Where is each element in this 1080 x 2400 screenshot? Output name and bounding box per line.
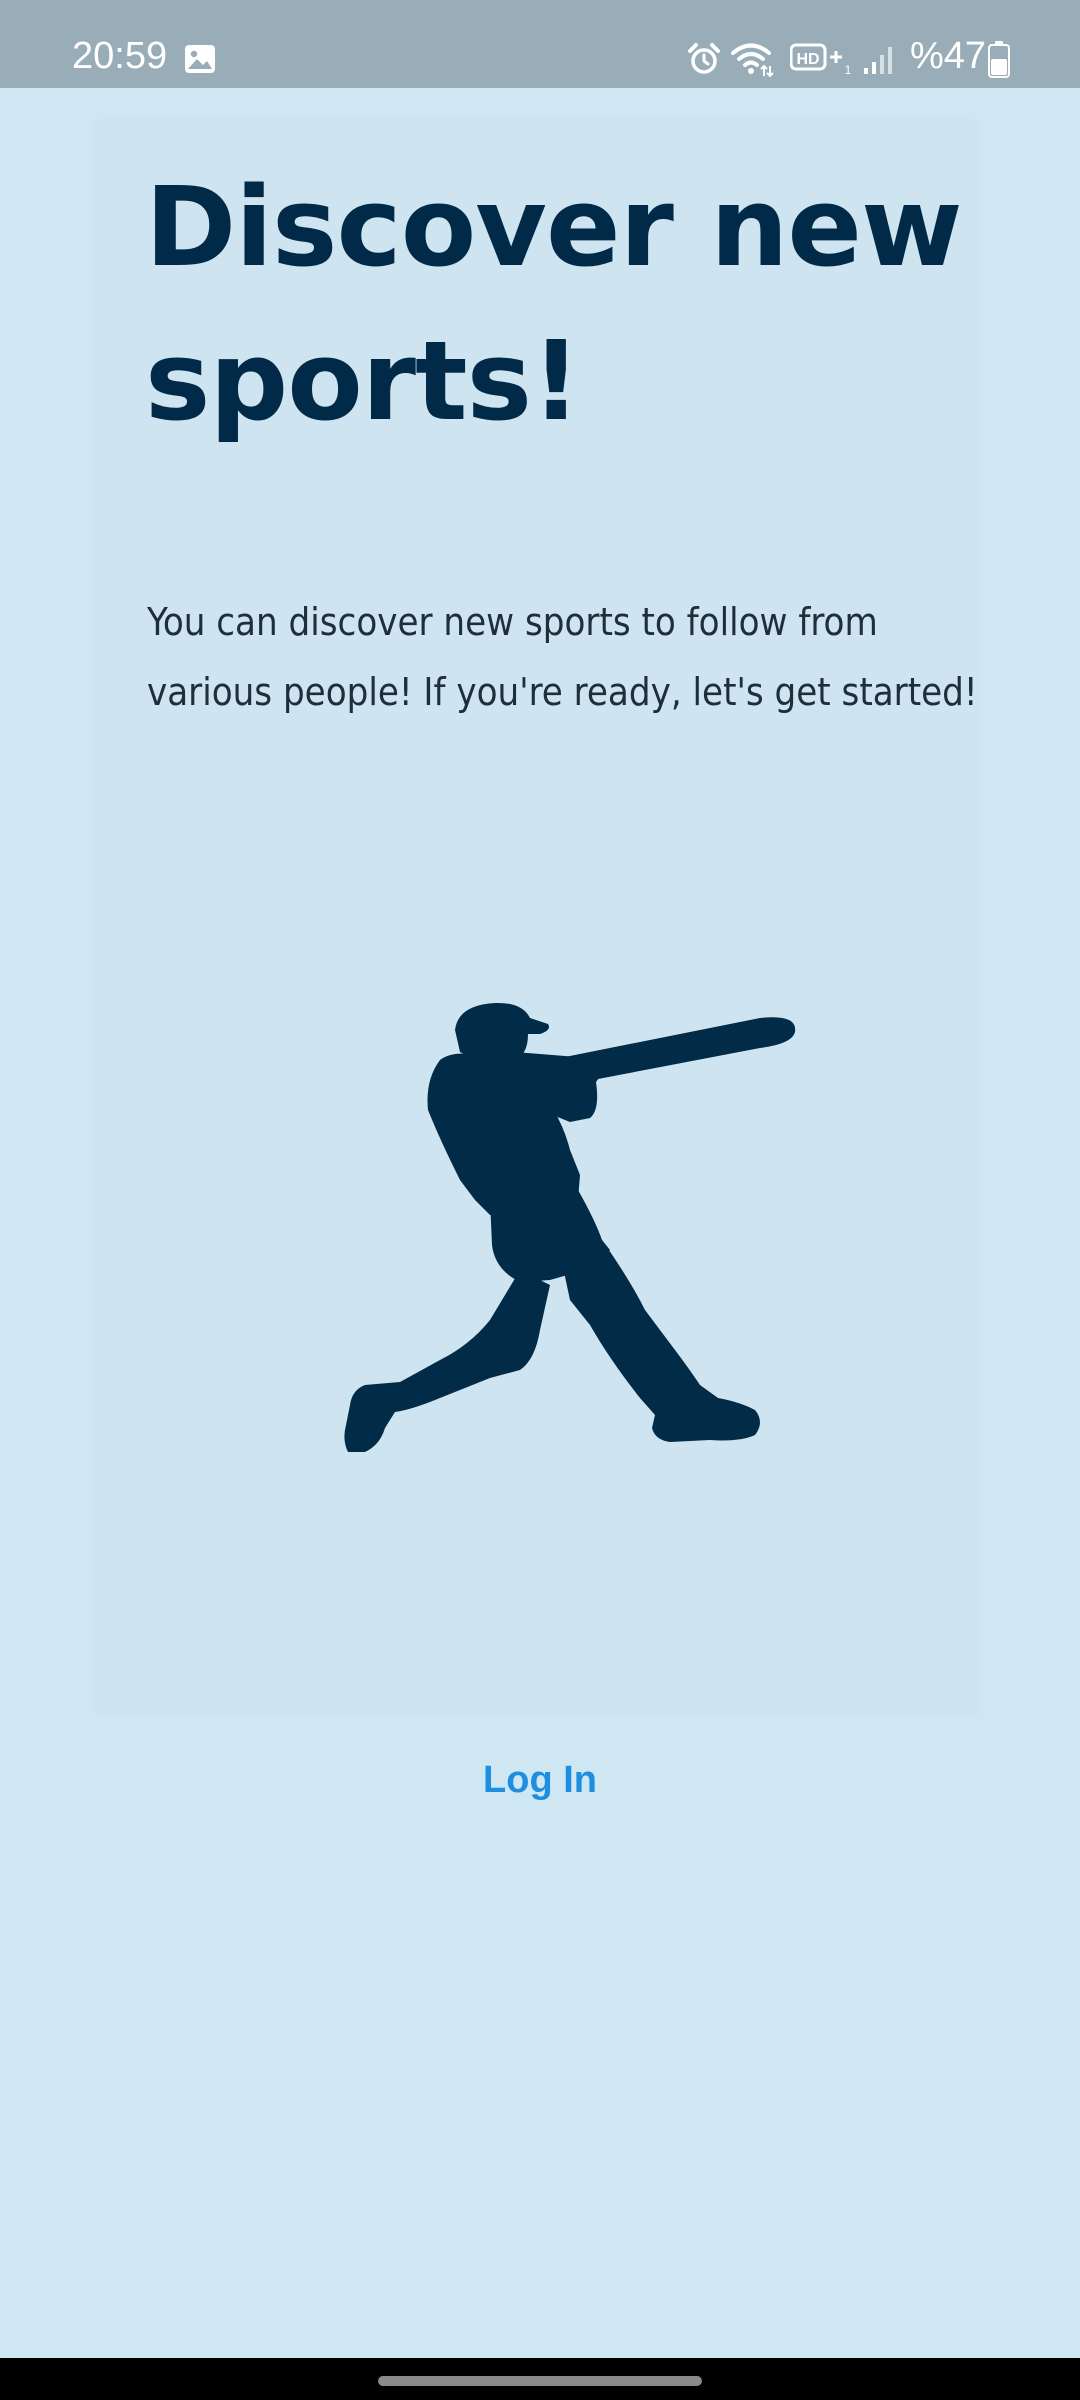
status-bar: 20:59 HD 1 %47 (0, 0, 1080, 88)
wifi-icon (731, 43, 774, 78)
gallery-icon (185, 45, 215, 73)
svg-text:HD: HD (796, 51, 819, 68)
battery-percentage: %47 (910, 35, 987, 77)
navigation-bar (0, 2358, 1080, 2400)
page-title: Discover new sports! (145, 163, 963, 445)
status-time: 20:59 (72, 35, 168, 77)
login-button[interactable]: Log In (400, 1740, 680, 1820)
home-indicator[interactable] (378, 2376, 702, 2386)
hd-volte-icon: HD 1 (790, 43, 852, 76)
signal-icon (864, 47, 892, 74)
baseball-batter-icon (344, 1002, 796, 1452)
alarm-icon (688, 43, 720, 74)
welcome-description: You can discover new sports to follow fr… (147, 600, 978, 714)
battery-icon (988, 41, 1010, 78)
svg-text:1: 1 (845, 63, 852, 76)
